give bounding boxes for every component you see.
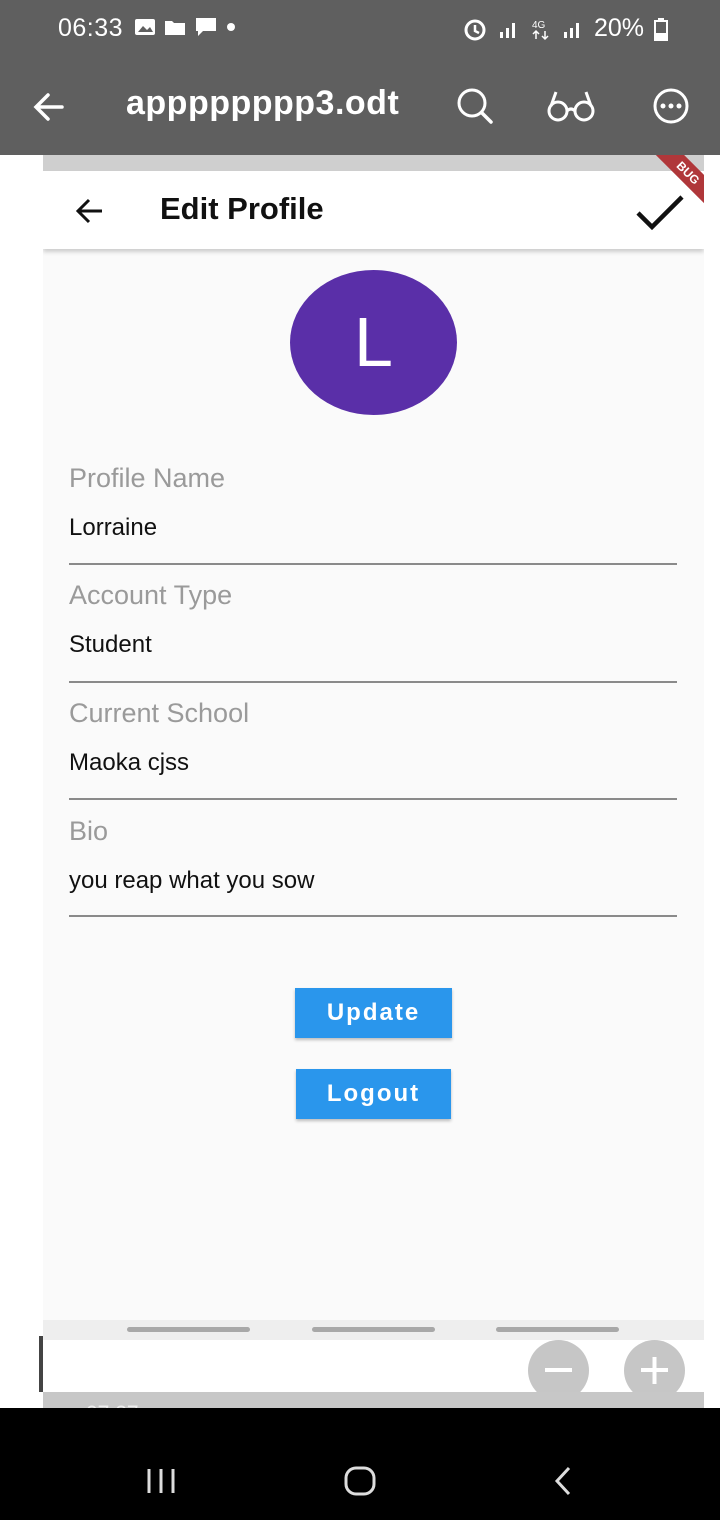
battery-percent: 20% bbox=[593, 14, 644, 42]
gallery-icon bbox=[135, 19, 155, 35]
zoom-row bbox=[0, 1340, 720, 1392]
signal-icon bbox=[563, 22, 579, 38]
4g-icon: 4G bbox=[532, 20, 549, 40]
status-right: 4G 20% bbox=[462, 14, 668, 43]
page-title: Edit Profile bbox=[160, 191, 324, 226]
folder-icon bbox=[165, 21, 185, 35]
field-underline bbox=[69, 915, 677, 917]
field-value[interactable]: Lorraine bbox=[69, 514, 677, 542]
status-bar: 06:33 4G 20% bbox=[0, 0, 720, 58]
recent-apps-icon[interactable] bbox=[146, 1467, 176, 1495]
alarm-icon bbox=[464, 19, 486, 40]
page-indicator bbox=[496, 1327, 619, 1332]
embedded-screenshot: Edit Profile BUG L Profile Name Lorraine… bbox=[43, 155, 704, 1340]
logout-button[interactable]: Logout bbox=[296, 1069, 451, 1119]
field-value[interactable]: you reap what you sow bbox=[69, 867, 677, 895]
app-bar: Edit Profile bbox=[43, 171, 704, 249]
field-label: Bio bbox=[69, 816, 109, 846]
update-button[interactable]: Update bbox=[295, 988, 452, 1038]
dot-icon bbox=[227, 23, 235, 31]
current-school-field[interactable]: Current School Maoka cjss bbox=[69, 698, 677, 777]
battery-icon bbox=[654, 17, 668, 41]
status-time: 06:33 bbox=[58, 14, 124, 42]
back-arrow-icon[interactable] bbox=[75, 197, 105, 225]
field-value[interactable]: Student bbox=[69, 631, 677, 659]
inner-status-strip bbox=[43, 155, 704, 171]
more-options-icon[interactable] bbox=[651, 86, 691, 126]
profile-name-field[interactable]: Profile Name Lorraine bbox=[69, 463, 677, 542]
bio-field[interactable]: Bio you reap what you sow bbox=[69, 816, 677, 895]
reading-glasses-icon[interactable] bbox=[547, 88, 595, 124]
text-cursor bbox=[39, 1336, 43, 1392]
back-arrow-icon[interactable] bbox=[30, 88, 68, 126]
check-icon[interactable] bbox=[635, 193, 685, 233]
notification-icons bbox=[134, 16, 236, 38]
home-icon[interactable] bbox=[343, 1465, 377, 1497]
page-indicator bbox=[127, 1327, 250, 1332]
field-label: Profile Name bbox=[69, 463, 226, 493]
field-underline bbox=[69, 563, 677, 565]
field-underline bbox=[69, 681, 677, 683]
search-icon[interactable] bbox=[455, 86, 495, 126]
field-label: Account Type bbox=[69, 580, 233, 610]
chat-icon bbox=[196, 18, 216, 36]
account-type-field[interactable]: Account Type Student bbox=[69, 580, 677, 659]
page-indicators bbox=[43, 1320, 704, 1340]
document-toolbar: apppppppp3.odt bbox=[0, 58, 720, 155]
field-underline bbox=[69, 798, 677, 800]
field-label: Current School bbox=[69, 698, 250, 728]
svg-text:4G: 4G bbox=[532, 20, 546, 31]
document-title: apppppppp3.odt bbox=[126, 84, 400, 122]
android-navigation-bar bbox=[0, 1408, 720, 1520]
page-indicator bbox=[312, 1327, 435, 1332]
signal-icon bbox=[499, 22, 515, 38]
field-value[interactable]: Maoka cjss bbox=[69, 749, 677, 777]
avatar[interactable]: L bbox=[290, 270, 457, 415]
back-icon[interactable] bbox=[552, 1465, 574, 1497]
